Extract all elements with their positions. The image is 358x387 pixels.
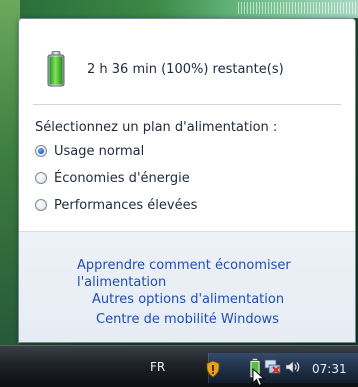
desktop-background-top: [20, 0, 358, 18]
mobility-center-link[interactable]: Centre de mobilité Windows: [96, 312, 279, 327]
learn-power-saving-link[interactable]: Apprendre comment économiser l'alimentat…: [77, 257, 337, 291]
battery-status-row: 2 h 36 min (100%) restante(s): [47, 49, 284, 89]
taskbar: FR 07:31: [0, 345, 358, 387]
plan-heading: Sélectionnez un plan d'alimentation :: [35, 120, 278, 135]
plan-option-power-saver[interactable]: Économies d'énergie: [35, 168, 190, 188]
plan-label: Performances élevées: [54, 197, 198, 213]
battery-full-icon: [47, 51, 65, 87]
desktop-background-left: [0, 0, 20, 345]
mouse-cursor-icon: [252, 367, 266, 387]
clock[interactable]: 07:31: [312, 362, 347, 376]
radio-button[interactable]: [35, 172, 47, 184]
plan-option-high-performance[interactable]: Performances élevées: [35, 195, 197, 215]
radio-button[interactable]: [35, 199, 47, 211]
plan-label: Usage normal: [54, 143, 145, 159]
radio-button[interactable]: [35, 145, 47, 157]
language-indicator[interactable]: FR: [150, 360, 165, 374]
plan-option-normal[interactable]: Usage normal: [35, 141, 144, 161]
speaker-icon[interactable]: [284, 358, 302, 376]
network-disconnected-icon[interactable]: [264, 358, 282, 376]
power-flyout: 2 h 36 min (100%) restante(s) Sélectionn…: [18, 18, 356, 343]
shield-warning-icon[interactable]: [204, 360, 222, 378]
battery-remaining-text: 2 h 36 min (100%) restante(s): [87, 61, 284, 77]
divider: [33, 104, 341, 105]
plan-label: Économies d'énergie: [54, 170, 190, 186]
more-power-options-link[interactable]: Autres options d'alimentation: [92, 292, 284, 307]
